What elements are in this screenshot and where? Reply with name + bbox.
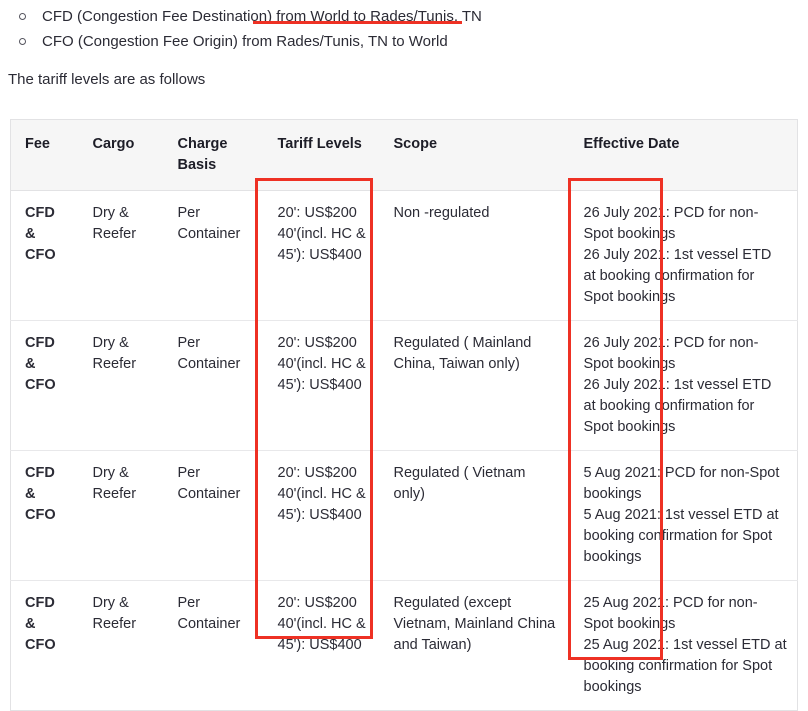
cell-fee: CFD & CFO: [10, 190, 79, 321]
cell-scope: Regulated ( Vietnam only): [379, 450, 570, 581]
column-header-effective-date: Effective Date: [569, 119, 798, 191]
cargo-line: Dry &: [92, 335, 129, 351]
red-underline-annotation: [253, 21, 462, 24]
cargo-line: Reefer: [92, 226, 137, 242]
fee-line: CFD: [25, 595, 55, 611]
effective-date-line: 25 Aug 2021: PCD for non-Spot bookings: [583, 595, 758, 632]
column-header-cargo: Cargo: [78, 119, 164, 191]
cell-tariff-levels: 20': US$200 40'(incl. HC & 45'): US$400: [264, 581, 380, 711]
table-body: CFD & CFO Dry & Reefer Per Container 20'…: [10, 190, 798, 711]
cell-cargo: Dry & Reefer: [78, 190, 164, 321]
table-row: CFD & CFO Dry & Reefer Per Container 20'…: [10, 320, 798, 451]
column-header-charge-basis: Charge Basis: [163, 119, 264, 191]
cell-cargo: Dry & Reefer: [79, 581, 164, 711]
cell-scope: Regulated (except Vietnam, Mainland Chin…: [393, 595, 556, 653]
cell-effective-date: 25 Aug 2021: PCD for non-Spot bookings 2…: [570, 581, 798, 711]
cargo-line: Dry &: [92, 465, 129, 481]
cell-fee: CFD & CFO: [11, 581, 79, 711]
lead-paragraph: The tariff levels are as follows: [8, 71, 206, 88]
tariff-line: 40'(incl. HC & 45'): US$400: [277, 356, 366, 393]
fee-line: CFD: [25, 335, 55, 351]
cargo-line: Reefer: [92, 356, 137, 372]
cell-effective-date: 26 July 2021: PCD for non-Spot bookings …: [569, 190, 798, 321]
tariff-line: 40'(incl. HC & 45'): US$400: [277, 486, 366, 523]
cell-scope: Regulated ( Mainland China, Taiwan only): [379, 320, 570, 451]
cell-fee: CFD & CFO: [10, 320, 79, 451]
tariff-line: 40'(incl. HC & 45'): US$400: [277, 226, 366, 263]
cell-tariff-levels: 20': US$200 40'(incl. HC & 45'): US$400: [263, 450, 380, 581]
cell-scope: Non -regulated: [379, 190, 570, 321]
table-header-row: Fee Cargo Charge Basis Tariff Levels Sco…: [10, 119, 798, 191]
tariff-line: 20': US$200: [277, 205, 357, 221]
effective-date-line: 5 Aug 2021: 1st vessel ETD at booking co…: [583, 507, 779, 565]
table-header: Fee Cargo Charge Basis Tariff Levels Sco…: [10, 119, 798, 191]
cargo-line: Dry &: [92, 205, 129, 221]
cell-effective-date: 26 July 2021: PCD for non-Spot bookings …: [569, 320, 798, 451]
table-row: CFD & CFO Dry & Reefer Per Container 20'…: [11, 581, 798, 711]
tariff-table-container: Fee Cargo Charge Basis Tariff Levels Sco…: [10, 119, 798, 711]
cell-tariff-levels: 20': US$200 40'(incl. HC & 45'): US$400: [263, 320, 380, 451]
fee-line: &: [25, 356, 36, 372]
fee-line: CFO: [25, 507, 56, 523]
tariff-line: 20': US$200: [277, 335, 357, 351]
cfo-definition-text: CFO (Congestion Fee Origin) from Rades/T…: [42, 33, 448, 50]
cargo-line: Reefer: [92, 486, 137, 502]
fee-line: CFO: [25, 247, 56, 263]
fee-definition-list: CFD (Congestion Fee Destination) from Wo…: [0, 4, 790, 54]
tariff-line: 20': US$200: [277, 465, 357, 481]
cell-cargo: Dry & Reefer: [78, 320, 164, 451]
tariff-table: Fee Cargo Charge Basis Tariff Levels Sco…: [10, 119, 798, 711]
table-row: CFD & CFO Dry & Reefer Per Container 20'…: [10, 190, 798, 321]
fee-line: &: [25, 226, 36, 242]
column-header-fee: Fee: [10, 119, 79, 191]
cell-effective-date: 5 Aug 2021: PCD for non-Spot bookings 5 …: [569, 450, 798, 581]
fee-line: CFD: [25, 465, 55, 481]
effective-date-line: 26 July 2021: PCD for non-Spot bookings: [583, 335, 759, 372]
effective-date-line: 26 July 2021: 1st vessel ETD at booking …: [583, 247, 772, 305]
fee-line: CFD: [25, 205, 55, 221]
list-item: CFD (Congestion Fee Destination) from Wo…: [0, 4, 790, 29]
cargo-line: Reefer: [92, 616, 137, 632]
fee-line: CFO: [25, 637, 56, 653]
effective-date-line: 26 July 2021: PCD for non-Spot bookings: [583, 205, 759, 242]
effective-date-line: 5 Aug 2021: PCD for non-Spot bookings: [583, 465, 780, 502]
column-header-scope: Scope: [379, 119, 570, 191]
circle-bullet-icon: [19, 13, 26, 20]
cell-charge-basis: Per Container: [177, 595, 241, 632]
table-row: CFD & CFO Dry & Reefer Per Container 20'…: [10, 450, 798, 581]
fee-line: CFO: [25, 377, 56, 393]
circle-bullet-icon: [19, 38, 26, 45]
cfd-definition-text: CFD (Congestion Fee Destination): [42, 8, 277, 25]
cell-cargo: Dry & Reefer: [78, 450, 164, 581]
effective-date-line: 26 July 2021: 1st vessel ETD at booking …: [583, 377, 772, 435]
list-item: CFO (Congestion Fee Origin) from Rades/T…: [0, 29, 790, 54]
cargo-line: Dry &: [92, 595, 129, 611]
cell-tariff-levels: 20': US$200 40'(incl. HC & 45'): US$400: [263, 190, 380, 321]
tariff-line: 20': US$200: [277, 595, 357, 611]
cell-charge-basis: Per Container: [163, 190, 264, 321]
tariff-line: 40'(incl. HC & 45'): US$400: [277, 616, 366, 653]
cell-charge-basis: Per Container: [163, 450, 264, 581]
column-header-tariff-levels: Tariff Levels: [263, 119, 380, 191]
cell-fee: CFD & CFO: [10, 450, 79, 581]
fee-line: &: [25, 486, 36, 502]
fee-line: &: [25, 616, 36, 632]
cell-charge-basis: Per Container: [163, 320, 264, 451]
